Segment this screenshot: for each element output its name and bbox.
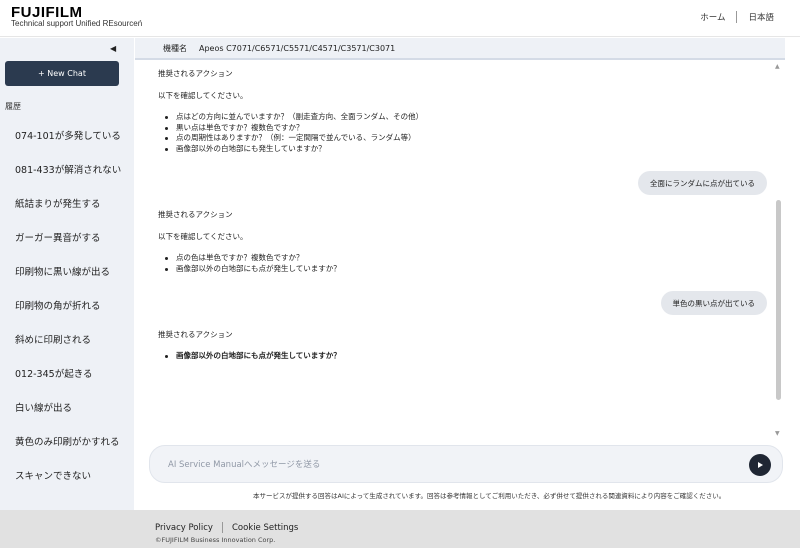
chat-scrollbar[interactable] [776, 200, 781, 400]
history-item[interactable]: スキャンできない [0, 458, 134, 492]
action-list: 点はどの方向に並んでいますか？（副走査方向、全面ランダム、その他） 黒い点は単色… [158, 112, 423, 154]
bot-message: 推奨されるアクション 以下を確認してください。 点はどの方向に並んでいますか？（… [158, 68, 423, 154]
history-item[interactable]: ガーガー異音がする [0, 220, 134, 254]
send-button[interactable] [749, 454, 771, 476]
action-item: 画像部以外の白地部にも点が発生していますか？ [158, 351, 341, 362]
model-value: Apeos C7071/C6571/C5571/C4571/C3571/C307… [199, 43, 396, 53]
bot-message: 推奨されるアクション 画像部以外の白地部にも点が発生していますか？ [158, 329, 341, 362]
send-play-icon [758, 462, 763, 468]
scroll-up-icon[interactable]: ▲ [775, 63, 780, 70]
message-input[interactable] [168, 456, 728, 474]
footer-links: Privacy Policy Cookie Settings [155, 522, 298, 533]
action-item: 点の周期性はありますか？（例：一定間隔で並んでいる、ランダム等） [158, 133, 423, 144]
scroll-down-icon[interactable]: ▼ [775, 430, 780, 437]
footer-divider [221, 522, 223, 533]
history-item[interactable]: 012-345が起きる [0, 356, 134, 390]
sidebar: ◀ + New Chat 履歴 074-101が多発している 081-433が解… [0, 38, 134, 510]
history-item[interactable]: 紙詰まりが発生する [0, 186, 134, 220]
action-item: 点の色は単色ですか？複数色ですか？ [158, 253, 341, 264]
language-link[interactable]: 日本語 [748, 11, 774, 23]
action-item: 黒い点は単色ですか？複数色ですか？ [158, 123, 423, 134]
user-message: 単色の黒い点が出ている [660, 291, 767, 315]
action-lead: 以下を確認してください。 [158, 91, 248, 100]
history-list: 074-101が多発している 081-433が解消されない 紙詰まりが発生する … [0, 118, 134, 492]
disclaimer-text: 本サービスが提供する回答はAIによって生成されています。回答は参考情報としてご利… [253, 492, 726, 500]
action-heading: 推奨されるアクション [158, 210, 233, 219]
cookie-settings-link[interactable]: Cookie Settings [232, 523, 298, 533]
action-item: 画像部以外の白地部にも点が発生していますか？ [158, 264, 341, 275]
user-message: 全面にランダムに点が出ている [638, 171, 767, 195]
message-composer [149, 445, 783, 483]
action-heading: 推奨されるアクション [158, 330, 233, 339]
copyright: ©FUJIFILM Business Innovation Corp. [155, 536, 276, 544]
collapse-sidebar-icon[interactable]: ◀ [110, 44, 116, 53]
action-list: 画像部以外の白地部にも点が発生していますか？ [158, 351, 341, 362]
new-chat-button[interactable]: + New Chat [5, 61, 119, 86]
nav-divider [736, 11, 738, 23]
footer: Privacy Policy Cookie Settings ©FUJIFILM… [0, 510, 800, 548]
action-heading: 推奨されるアクション [158, 69, 233, 78]
action-lead: 以下を確認してください。 [158, 232, 248, 241]
header: FUJIFILM Technical support Unified REsou… [0, 0, 800, 37]
history-item[interactable]: 斜めに印刷される [0, 322, 134, 356]
action-item: 画像部以外の白地部にも発生していますか？ [158, 144, 423, 155]
action-list: 点の色は単色ですか？複数色ですか？ 画像部以外の白地部にも点が発生していますか？ [158, 253, 341, 274]
home-link[interactable]: ホーム [700, 11, 725, 23]
bot-message: 推奨されるアクション 以下を確認してください。 点の色は単色ですか？複数色ですか… [158, 209, 341, 274]
history-item[interactable]: 白い線が出る [0, 390, 134, 424]
history-heading: 履歴 [5, 102, 21, 111]
model-bar: 機種名 Apeos C7071/C6571/C5571/C4571/C3571/… [135, 38, 785, 60]
chat-area: 推奨されるアクション 以下を確認してください。 点はどの方向に並んでいますか？（… [135, 62, 785, 442]
header-nav: ホーム 日本語 [700, 11, 774, 23]
history-item[interactable]: 印刷物の角が折れる [0, 288, 134, 322]
action-item: 点はどの方向に並んでいますか？（副走査方向、全面ランダム、その他） [158, 112, 423, 123]
history-item[interactable]: 074-101が多発している [0, 118, 134, 152]
history-item[interactable]: 印刷物に黒い線が出る [0, 254, 134, 288]
privacy-policy-link[interactable]: Privacy Policy [155, 523, 213, 533]
history-item[interactable]: 黄色のみ印刷がかすれる [0, 424, 134, 458]
history-item[interactable]: 081-433が解消されない [0, 152, 134, 186]
model-label: 機種名 [163, 43, 187, 53]
logo-subtitle: Technical support Unified REsourceń [11, 19, 143, 28]
